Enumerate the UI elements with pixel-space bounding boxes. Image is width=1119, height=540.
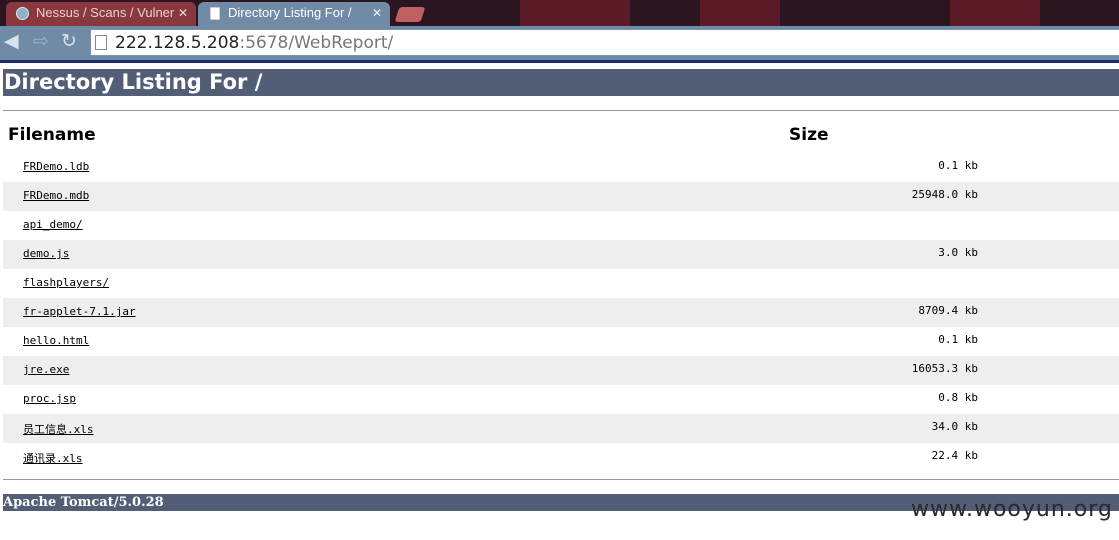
file-row: proc.jsp 0.8 kb: [3, 385, 1119, 414]
file-row: FRDemo.ldb 0.1 kb: [3, 153, 1119, 182]
file-row: demo.js 3.0 kb: [3, 240, 1119, 269]
page-icon: [95, 35, 107, 50]
page-icon: [210, 7, 220, 20]
file-size: 0.1 kb: [938, 333, 978, 346]
file-link[interactable]: FRDemo.mdb: [23, 189, 89, 202]
file-link[interactable]: FRDemo.ldb: [23, 160, 89, 173]
address-bar[interactable]: 222.128.5.208:5678/WebReport/: [90, 29, 1119, 56]
watermark: www.wooyun.org: [911, 497, 1113, 522]
divider: [3, 110, 1119, 111]
file-row: fr-applet-7.1.jar 8709.4 kb: [3, 298, 1119, 327]
file-row: flashplayers/: [3, 269, 1119, 298]
reload-icon[interactable]: ↻: [61, 32, 77, 52]
tab-nessus[interactable]: Nessus / Scans / Vulner ✕: [6, 2, 196, 26]
file-size: 3.0 kb: [938, 246, 978, 259]
file-size: 25948.0 kb: [911, 188, 978, 201]
tab-directory-listing[interactable]: Directory Listing For / ✕: [198, 2, 390, 26]
file-row: api_demo/: [3, 211, 1119, 240]
file-row: jre.exe 16053.3 kb: [3, 356, 1119, 385]
address-url: 222.128.5.208:5678/WebReport/: [115, 33, 394, 53]
file-link[interactable]: 通讯录.xls: [23, 450, 83, 466]
file-link[interactable]: api_demo/: [23, 218, 83, 231]
file-link[interactable]: proc.jsp: [23, 392, 76, 405]
file-row: 通讯录.xls 22.4 kb: [3, 443, 1119, 472]
close-icon[interactable]: ✕: [178, 2, 188, 24]
file-row: FRDemo.mdb 25948.0 kb: [3, 182, 1119, 211]
column-header-size: Size: [789, 125, 829, 145]
file-size: 34.0 kb: [931, 420, 978, 433]
file-link[interactable]: fr-applet-7.1.jar: [23, 305, 136, 318]
file-link[interactable]: jre.exe: [23, 363, 69, 376]
back-icon[interactable]: ◀: [4, 32, 19, 52]
page-title: Directory Listing For /: [3, 69, 1119, 96]
file-size: 0.8 kb: [938, 391, 978, 404]
tab-strip: Nessus / Scans / Vulner ✕ Directory List…: [0, 0, 1119, 26]
file-link[interactable]: hello.html: [23, 334, 89, 347]
close-icon[interactable]: ✕: [372, 2, 382, 24]
divider: [3, 479, 1119, 480]
file-row: hello.html 0.1 kb: [3, 327, 1119, 356]
file-link[interactable]: demo.js: [23, 247, 69, 260]
forward-icon[interactable]: ⇨: [33, 32, 49, 52]
file-size: 0.1 kb: [938, 159, 978, 172]
file-row: 员工信息.xls 34.0 kb: [3, 414, 1119, 443]
nessus-icon: [16, 7, 29, 20]
column-header-filename: Filename: [8, 125, 96, 145]
file-size: 22.4 kb: [931, 449, 978, 462]
file-link[interactable]: 员工信息.xls: [23, 421, 94, 437]
tab-title: Directory Listing For /: [228, 5, 352, 20]
file-size: 16053.3 kb: [911, 362, 978, 375]
file-list: FRDemo.ldb 0.1 kb FRDemo.mdb 25948.0 kb api_…: [3, 153, 1119, 472]
file-size: 8709.4 kb: [918, 304, 978, 317]
file-link[interactable]: flashplayers/: [23, 276, 109, 289]
toolbar-divider: [0, 60, 1119, 63]
browser-toolbar: ◀ ⇨ ↻ 222.128.5.208:5678/WebReport/: [0, 26, 1119, 60]
new-tab-button[interactable]: [394, 7, 426, 22]
tab-title: Nessus / Scans / Vulner: [36, 5, 175, 20]
